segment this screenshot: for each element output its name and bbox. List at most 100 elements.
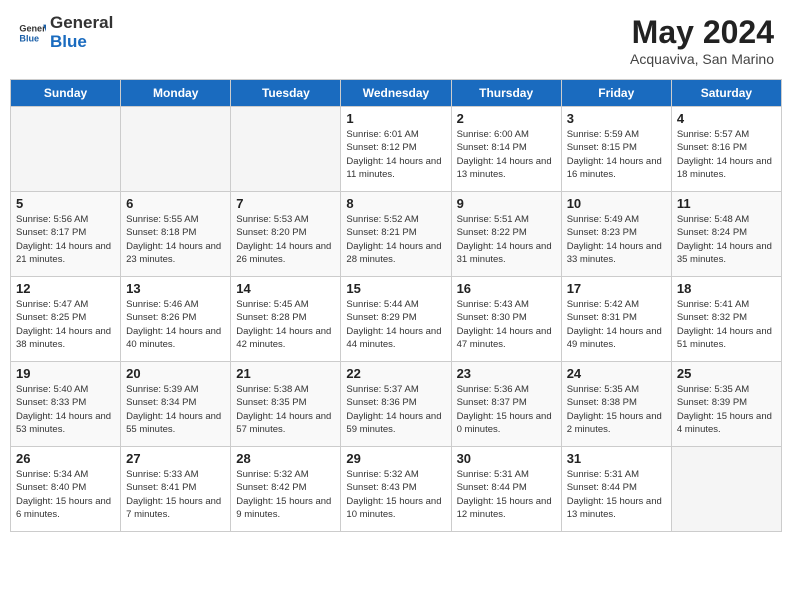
day-number: 30: [457, 451, 556, 466]
day-info: Sunrise: 5:56 AMSunset: 8:17 PMDaylight:…: [16, 213, 115, 266]
day-number: 19: [16, 366, 115, 381]
day-number: 2: [457, 111, 556, 126]
day-cell: 11 Sunrise: 5:48 AMSunset: 8:24 PMDayligh…: [671, 192, 781, 277]
col-header-friday: Friday: [561, 80, 671, 107]
day-cell: 31 Sunrise: 5:31 AMSunset: 8:44 PMDayligh…: [561, 447, 671, 532]
day-cell: 16 Sunrise: 5:43 AMSunset: 8:30 PMDayligh…: [451, 277, 561, 362]
day-info: Sunrise: 5:53 AMSunset: 8:20 PMDaylight:…: [236, 213, 335, 266]
day-info: Sunrise: 5:46 AMSunset: 8:26 PMDaylight:…: [126, 298, 225, 351]
location-title: Acquaviva, San Marino: [630, 51, 774, 67]
day-info: Sunrise: 5:52 AMSunset: 8:21 PMDaylight:…: [346, 213, 445, 266]
day-info: Sunrise: 5:47 AMSunset: 8:25 PMDaylight:…: [16, 298, 115, 351]
logo: General Blue General Blue: [18, 14, 113, 51]
day-info: Sunrise: 5:48 AMSunset: 8:24 PMDaylight:…: [677, 213, 776, 266]
day-number: 8: [346, 196, 445, 211]
day-cell: [671, 447, 781, 532]
day-info: Sunrise: 5:32 AMSunset: 8:42 PMDaylight:…: [236, 468, 335, 521]
day-info: Sunrise: 6:00 AMSunset: 8:14 PMDaylight:…: [457, 128, 556, 181]
col-header-saturday: Saturday: [671, 80, 781, 107]
day-cell: 29Sunrise: 5:32 AMSunset: 8:43 PMDayligh…: [341, 447, 451, 532]
day-info: Sunrise: 5:36 AMSunset: 8:37 PMDaylight:…: [457, 383, 556, 436]
svg-text:General: General: [19, 23, 46, 33]
day-cell: 9 Sunrise: 5:51 AMSunset: 8:22 PMDaylight…: [451, 192, 561, 277]
day-cell: 23Sunrise: 5:36 AMSunset: 8:37 PMDayligh…: [451, 362, 561, 447]
day-number: 15: [346, 281, 445, 296]
day-number: 25: [677, 366, 776, 381]
day-info: Sunrise: 5:31 AMSunset: 8:44 PMDaylight:…: [567, 468, 666, 521]
logo-general-text: General: [50, 14, 113, 33]
logo-icon: General Blue: [18, 19, 46, 47]
day-cell: 3 Sunrise: 5:59 AMSunset: 8:15 PMDaylight…: [561, 107, 671, 192]
day-number: 1: [346, 111, 445, 126]
day-cell: 6Sunrise: 5:55 AMSunset: 8:18 PMDaylight…: [121, 192, 231, 277]
day-cell: 8 Sunrise: 5:52 AMSunset: 8:21 PMDaylight…: [341, 192, 451, 277]
day-info: Sunrise: 5:44 AMSunset: 8:29 PMDaylight:…: [346, 298, 445, 351]
col-header-tuesday: Tuesday: [231, 80, 341, 107]
day-cell: 27 Sunrise: 5:33 AMSunset: 8:41 PMDayligh…: [121, 447, 231, 532]
day-cell: 26 Sunrise: 5:34 AMSunset: 8:40 PMDayligh…: [11, 447, 121, 532]
page-header: General Blue General Blue May 2024 Acqua…: [10, 10, 782, 71]
day-cell: [11, 107, 121, 192]
week-row-2: 5 Sunrise: 5:56 AMSunset: 8:17 PMDaylight…: [11, 192, 782, 277]
day-number: 13: [126, 281, 225, 296]
day-number: 26: [16, 451, 115, 466]
day-number: 4: [677, 111, 776, 126]
day-cell: 30 Sunrise: 5:31 AMSunset: 8:44 PMDayligh…: [451, 447, 561, 532]
day-info: Sunrise: 6:01 AMSunset: 8:12 PMDaylight:…: [346, 128, 445, 181]
day-number: 7: [236, 196, 335, 211]
svg-text:Blue: Blue: [19, 33, 39, 43]
day-info: Sunrise: 5:40 AMSunset: 8:33 PMDaylight:…: [16, 383, 115, 436]
day-number: 22: [346, 366, 445, 381]
day-number: 27: [126, 451, 225, 466]
col-header-monday: Monday: [121, 80, 231, 107]
day-info: Sunrise: 5:35 AMSunset: 8:39 PMDaylight:…: [677, 383, 776, 436]
day-number: 12: [16, 281, 115, 296]
day-cell: 24 Sunrise: 5:35 AMSunset: 8:38 PMDayligh…: [561, 362, 671, 447]
day-cell: [121, 107, 231, 192]
week-row-1: 1 Sunrise: 6:01 AMSunset: 8:12 PMDaylight…: [11, 107, 782, 192]
day-info: Sunrise: 5:59 AMSunset: 8:15 PMDaylight:…: [567, 128, 666, 181]
day-cell: 12 Sunrise: 5:47 AMSunset: 8:25 PMDayligh…: [11, 277, 121, 362]
day-info: Sunrise: 5:39 AMSunset: 8:34 PMDaylight:…: [126, 383, 225, 436]
day-number: 10: [567, 196, 666, 211]
day-cell: 7 Sunrise: 5:53 AMSunset: 8:20 PMDaylight…: [231, 192, 341, 277]
day-cell: 18 Sunrise: 5:41 AMSunset: 8:32 PMDayligh…: [671, 277, 781, 362]
day-number: 17: [567, 281, 666, 296]
day-number: 11: [677, 196, 776, 211]
day-info: Sunrise: 5:31 AMSunset: 8:44 PMDaylight:…: [457, 468, 556, 521]
calendar-table: SundayMondayTuesdayWednesdayThursdayFrid…: [10, 79, 782, 532]
day-cell: 4Sunrise: 5:57 AMSunset: 8:16 PMDaylight…: [671, 107, 781, 192]
day-number: 16: [457, 281, 556, 296]
day-number: 24: [567, 366, 666, 381]
day-number: 31: [567, 451, 666, 466]
day-cell: 17Sunrise: 5:42 AMSunset: 8:31 PMDayligh…: [561, 277, 671, 362]
day-number: 18: [677, 281, 776, 296]
day-info: Sunrise: 5:51 AMSunset: 8:22 PMDaylight:…: [457, 213, 556, 266]
day-cell: 2 Sunrise: 6:00 AMSunset: 8:14 PMDaylight…: [451, 107, 561, 192]
day-cell: 14Sunrise: 5:45 AMSunset: 8:28 PMDayligh…: [231, 277, 341, 362]
day-cell: 5 Sunrise: 5:56 AMSunset: 8:17 PMDaylight…: [11, 192, 121, 277]
day-info: Sunrise: 5:34 AMSunset: 8:40 PMDaylight:…: [16, 468, 115, 521]
day-info: Sunrise: 5:33 AMSunset: 8:41 PMDaylight:…: [126, 468, 225, 521]
day-number: 9: [457, 196, 556, 211]
day-cell: 10Sunrise: 5:49 AMSunset: 8:23 PMDayligh…: [561, 192, 671, 277]
day-cell: 15 Sunrise: 5:44 AMSunset: 8:29 PMDayligh…: [341, 277, 451, 362]
day-cell: 28 Sunrise: 5:32 AMSunset: 8:42 PMDayligh…: [231, 447, 341, 532]
day-info: Sunrise: 5:35 AMSunset: 8:38 PMDaylight:…: [567, 383, 666, 436]
day-number: 3: [567, 111, 666, 126]
header-row: SundayMondayTuesdayWednesdayThursdayFrid…: [11, 80, 782, 107]
day-number: 21: [236, 366, 335, 381]
day-number: 5: [16, 196, 115, 211]
day-number: 29: [346, 451, 445, 466]
day-cell: 13 Sunrise: 5:46 AMSunset: 8:26 PMDayligh…: [121, 277, 231, 362]
col-header-sunday: Sunday: [11, 80, 121, 107]
day-number: 28: [236, 451, 335, 466]
day-info: Sunrise: 5:38 AMSunset: 8:35 PMDaylight:…: [236, 383, 335, 436]
day-cell: 20 Sunrise: 5:39 AMSunset: 8:34 PMDayligh…: [121, 362, 231, 447]
day-cell: 25 Sunrise: 5:35 AMSunset: 8:39 PMDayligh…: [671, 362, 781, 447]
day-info: Sunrise: 5:43 AMSunset: 8:30 PMDaylight:…: [457, 298, 556, 351]
day-info: Sunrise: 5:41 AMSunset: 8:32 PMDaylight:…: [677, 298, 776, 351]
day-number: 20: [126, 366, 225, 381]
title-area: May 2024 Acquaviva, San Marino: [630, 14, 774, 67]
day-info: Sunrise: 5:37 AMSunset: 8:36 PMDaylight:…: [346, 383, 445, 436]
